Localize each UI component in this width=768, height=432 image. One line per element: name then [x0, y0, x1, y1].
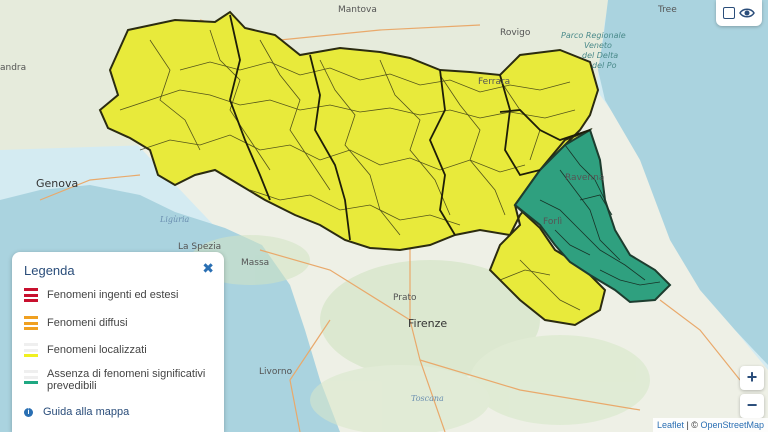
guide-link[interactable]: i Guida alla mappa: [24, 406, 129, 418]
legend-label-orange: Fenomeni diffusi: [47, 317, 128, 329]
legend-title: Legenda: [24, 263, 75, 278]
legend-item-yellow: Fenomeni localizzati: [24, 343, 147, 357]
region-label-toscana: Toscana: [411, 394, 444, 403]
city-label-ravenna: Ravenna: [565, 173, 604, 183]
legend-panel: Legenda ✖ Fenomeni ingenti ed estesi Fen…: [12, 252, 224, 432]
zoom-out-button[interactable]: −: [740, 394, 764, 418]
city-label-ferrara: Ferrara: [478, 77, 510, 87]
legend-label-red: Fenomeni ingenti ed estesi: [47, 289, 179, 301]
attribution: Leaflet | © OpenStreetMap: [652, 418, 768, 432]
park-label-line3: del Delta: [582, 51, 618, 60]
city-label-livorno: Livorno: [259, 367, 293, 377]
zoom-controls: + −: [740, 366, 764, 418]
info-icon: i: [24, 407, 33, 417]
red-swatch: [24, 288, 38, 302]
yellow-swatch: [24, 343, 38, 357]
city-label-prato: Prato: [393, 293, 417, 303]
park-label-line1: Parco Regionale: [561, 31, 626, 40]
legend-item-red: Fenomeni ingenti ed estesi: [24, 288, 178, 302]
city-label-tree: Tree: [657, 5, 677, 15]
city-label-mantova: Mantova: [338, 5, 377, 15]
city-label-rovigo: Rovigo: [500, 28, 531, 38]
layer-toggle-button[interactable]: [716, 0, 762, 26]
orange-swatch: [24, 316, 38, 330]
attribution-sep: | ©: [683, 420, 701, 430]
city-label-genova: Genova: [36, 177, 78, 190]
city-label-sandra: andra: [0, 63, 26, 73]
city-label-firenze: Firenze: [408, 317, 447, 330]
legend-item-orange: Fenomeni diffusi: [24, 316, 128, 330]
eye-icon[interactable]: [739, 7, 755, 19]
checkbox-icon[interactable]: [723, 7, 735, 19]
guide-label[interactable]: Guida alla mappa: [43, 406, 129, 418]
legend-label-green-line2: prevedibili: [47, 380, 97, 392]
legend-label-yellow: Fenomeni localizzati: [47, 344, 147, 356]
city-label-massa: Massa: [241, 258, 269, 268]
legend-item-green: Assenza di fenomeni significativi preved…: [24, 368, 205, 392]
zoom-in-button[interactable]: +: [740, 366, 764, 390]
green-swatch: [24, 370, 38, 384]
leaflet-link[interactable]: Leaflet: [657, 420, 684, 430]
park-label-line4: del Po: [592, 61, 617, 70]
close-icon[interactable]: ✖: [202, 260, 214, 277]
park-label-line2: Veneto: [584, 41, 612, 50]
city-label-la-spezia: La Spezia: [178, 242, 221, 252]
city-label-forli: Forlì: [543, 217, 562, 227]
sea-label-liguria: Ligùria: [159, 215, 190, 224]
legend-label-green-line1: Assenza di fenomeni significativi: [47, 368, 206, 380]
osm-link[interactable]: OpenStreetMap: [700, 420, 764, 430]
